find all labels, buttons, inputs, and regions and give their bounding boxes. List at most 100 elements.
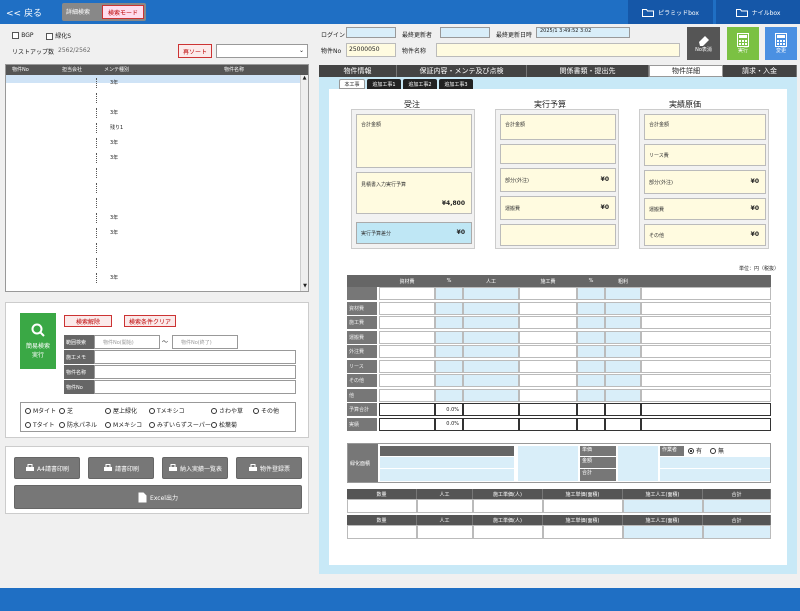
grid-cell[interactable] — [519, 388, 577, 402]
labor-value-cell[interactable] — [473, 499, 543, 513]
grid-cell[interactable] — [463, 345, 519, 358]
grid-cell[interactable] — [519, 359, 577, 373]
excel-export-button[interactable]: Excel出力 — [14, 485, 302, 509]
tab-documents[interactable]: 関係書類・提出先 — [527, 65, 649, 77]
grid-cell[interactable] — [519, 374, 577, 387]
list-item[interactable] — [6, 196, 300, 210]
grid-cell[interactable] — [577, 345, 605, 358]
pyramid-box-button[interactable]: ピラミッドbox — [628, 0, 713, 24]
grid-cell[interactable] — [379, 359, 435, 373]
property-no-input[interactable] — [94, 380, 296, 394]
property-name-input[interactable] — [94, 365, 296, 379]
radio-sawayaso[interactable]: さわや草 — [211, 406, 243, 415]
grid-cell[interactable] — [641, 345, 771, 358]
grid-cell[interactable] — [641, 287, 771, 300]
grid-cell[interactable] — [641, 374, 771, 387]
grid-cell[interactable] — [435, 301, 463, 315]
grid-cell[interactable] — [379, 345, 435, 358]
radio-matsubagiku[interactable]: 松葉菊 — [211, 420, 237, 429]
grid-cell[interactable] — [577, 316, 605, 329]
list-item[interactable] — [6, 181, 300, 195]
rent-row-2[interactable] — [660, 457, 770, 468]
grid-cell[interactable] — [641, 316, 771, 329]
grid-cell[interactable]: 0.0% — [435, 417, 463, 431]
exec-button[interactable]: 実行 — [727, 27, 759, 60]
list-header-company[interactable]: 担当会社 — [62, 66, 82, 73]
resort-button[interactable]: 再ソート — [178, 44, 212, 58]
grid-cell[interactable] — [519, 403, 577, 416]
list-scrollbar[interactable]: ▲ ▼ — [300, 75, 308, 291]
list-header-name[interactable]: 物件名称 — [224, 66, 244, 73]
grid-cell[interactable] — [379, 417, 435, 431]
list-item[interactable]: 3年 — [6, 76, 300, 90]
registration-print-button[interactable]: 物件登録票 — [236, 457, 302, 479]
back-link[interactable]: << 戻る — [6, 6, 42, 19]
delivery-list-button[interactable]: 納入実績一覧表 — [162, 457, 228, 479]
search-mode-button[interactable]: 検索モード — [102, 5, 144, 19]
list-item[interactable]: 3年 — [6, 271, 300, 285]
radio-waterproof[interactable]: 防水パネル — [59, 420, 97, 429]
condition-clear-button[interactable]: 検索条件クリア — [124, 315, 176, 327]
list-item[interactable] — [6, 91, 300, 105]
tab-property-info[interactable]: 物件情報 — [319, 65, 397, 77]
subtab-extra-1[interactable]: 追加工事1 — [367, 79, 401, 89]
construction-memo-input[interactable] — [94, 350, 296, 364]
grid-cell[interactable] — [605, 403, 641, 416]
range-from-input[interactable]: 物件No(開始) — [94, 335, 160, 349]
radio-t-tight[interactable]: Tタイト — [25, 420, 55, 429]
radio-m-tight[interactable]: Mタイト — [25, 406, 56, 415]
grid-cell[interactable] — [577, 403, 605, 416]
tab-billing[interactable]: 請求・入金 — [723, 65, 797, 77]
list-item[interactable] — [6, 241, 300, 255]
grid-cell[interactable] — [577, 330, 605, 344]
grid-cell[interactable] — [605, 359, 641, 373]
simple-search-button[interactable]: 簡易検索 実行 — [20, 313, 56, 369]
grid-cell[interactable] — [463, 359, 519, 373]
grid-cell[interactable] — [577, 417, 605, 431]
range-to-input[interactable]: 物件No(終了) — [172, 335, 238, 349]
grid-cell[interactable] — [605, 417, 641, 431]
radio-m-mexico[interactable]: Mメキシコ — [105, 420, 142, 429]
grid-cell[interactable] — [605, 388, 641, 402]
grid-cell[interactable] — [641, 359, 771, 373]
grid-cell[interactable] — [641, 301, 771, 315]
labor-value-cell[interactable] — [347, 499, 417, 513]
grid-cell[interactable] — [641, 388, 771, 402]
grid-cell[interactable] — [605, 330, 641, 344]
labor-value-cell[interactable] — [473, 525, 543, 539]
grid-cell[interactable] — [379, 287, 435, 300]
grid-cell[interactable] — [379, 403, 435, 416]
rent-row-3[interactable] — [660, 469, 770, 481]
calc-values[interactable] — [618, 446, 658, 481]
rent-yes-radio[interactable]: 有 — [688, 446, 702, 455]
grid-cell[interactable] — [577, 388, 605, 402]
grid-cell[interactable] — [435, 287, 463, 300]
bgp-checkbox[interactable]: BGP — [12, 31, 34, 39]
grid-cell[interactable] — [463, 316, 519, 329]
grid-cell[interactable] — [463, 330, 519, 344]
radio-shiba[interactable]: 芝 — [59, 406, 73, 415]
list-header-no[interactable]: 物件No — [12, 66, 29, 73]
detail-search-button[interactable]: 詳細検索 — [66, 7, 90, 16]
grid-cell[interactable] — [463, 417, 519, 431]
tab-warranty[interactable]: 保証内容・メンテ及び点検 — [397, 65, 527, 77]
list-item[interactable]: 残り1 — [6, 121, 300, 135]
area-value-field[interactable] — [380, 446, 514, 456]
grid-cell[interactable] — [463, 388, 519, 402]
list-item[interactable] — [6, 166, 300, 180]
grid-cell[interactable] — [519, 316, 577, 329]
area-mid-fields[interactable] — [518, 446, 578, 481]
grid-cell[interactable] — [605, 301, 641, 315]
grid-cell[interactable] — [577, 359, 605, 373]
search-clear-button[interactable]: 検索解除 — [64, 315, 112, 327]
grid-cell[interactable] — [641, 417, 771, 431]
grid-cell[interactable] — [379, 301, 435, 315]
grid-cell[interactable] — [435, 316, 463, 329]
no-display-button[interactable]: No表消 — [687, 27, 720, 60]
labor-value-cell[interactable] — [347, 525, 417, 539]
grid-cell[interactable] — [435, 374, 463, 387]
grid-cell[interactable] — [379, 330, 435, 344]
subtab-main[interactable]: 本工事 — [339, 79, 365, 89]
labor-value-cell[interactable] — [703, 499, 771, 513]
area-row-3[interactable] — [380, 469, 514, 481]
